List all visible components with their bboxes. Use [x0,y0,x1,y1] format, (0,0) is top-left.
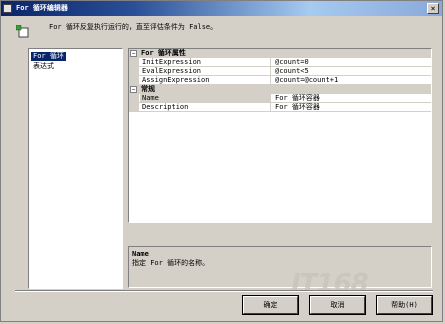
collapse-icon[interactable]: − [130,86,137,93]
window-title: For 循环编辑器 [16,4,68,12]
category-label: 常规 [141,85,155,93]
ok-button[interactable]: 确定 [242,295,299,315]
loop-container-icon [16,25,29,38]
title-bar[interactable]: For 循环编辑器 × [1,1,442,16]
property-row[interactable]: AssignExpression @count=@count+1 [129,76,431,85]
close-button[interactable]: × [427,3,439,14]
property-name: Name [140,94,271,103]
description-title: Name [132,250,149,258]
property-name: InitExpression [140,58,271,67]
collapse-icon[interactable]: − [130,50,137,57]
property-description-pane: Name 指定 For 循环的名称。 [128,246,432,288]
property-name: AssignExpression [140,76,271,85]
category-label: For 循环属性 [141,49,186,57]
property-value[interactable]: @count=@count+1 [273,76,431,85]
tree-item-for-loop[interactable]: For 循环 [31,52,66,61]
category-general[interactable]: − 常规 [129,85,431,94]
button-divider [15,290,433,292]
property-row[interactable]: EvalExpression @count<5 [129,67,431,76]
property-name: EvalExpression [140,67,271,76]
app-icon [3,4,12,13]
property-value[interactable]: For 循环容器 [273,94,431,103]
property-value[interactable]: @count<5 [273,67,431,76]
property-row-selected[interactable]: Name For 循环容器 [129,94,431,103]
description-text: 指定 For 循环的名称。 [132,259,210,267]
property-value[interactable]: @count=0 [273,58,431,67]
category-for-loop-properties[interactable]: − For 循环属性 [129,49,431,58]
header-description: For 循环反复执行运行的，直至评估条件为 False。 [49,23,218,31]
property-grid: − For 循环属性 InitExpression @count=0 EvalE… [128,48,432,223]
property-value[interactable]: For 循环容器 [273,103,431,112]
page-tree: For 循环 表达式 [28,48,123,289]
cancel-button[interactable]: 取消 [309,295,366,315]
tree-item-expressions[interactable]: 表达式 [31,62,56,71]
property-row[interactable]: InitExpression @count=0 [129,58,431,67]
property-name: Description [140,103,271,112]
header-area: For 循环反复执行运行的，直至评估条件为 False。 [2,16,441,46]
property-row[interactable]: Description For 循环容器 [129,103,431,112]
help-button[interactable]: 帮助(H) [376,295,433,315]
pane-splitter[interactable] [128,223,432,246]
for-loop-editor-window: For 循环编辑器 × For 循环反复执行运行的，直至评估条件为 False。… [0,0,443,322]
